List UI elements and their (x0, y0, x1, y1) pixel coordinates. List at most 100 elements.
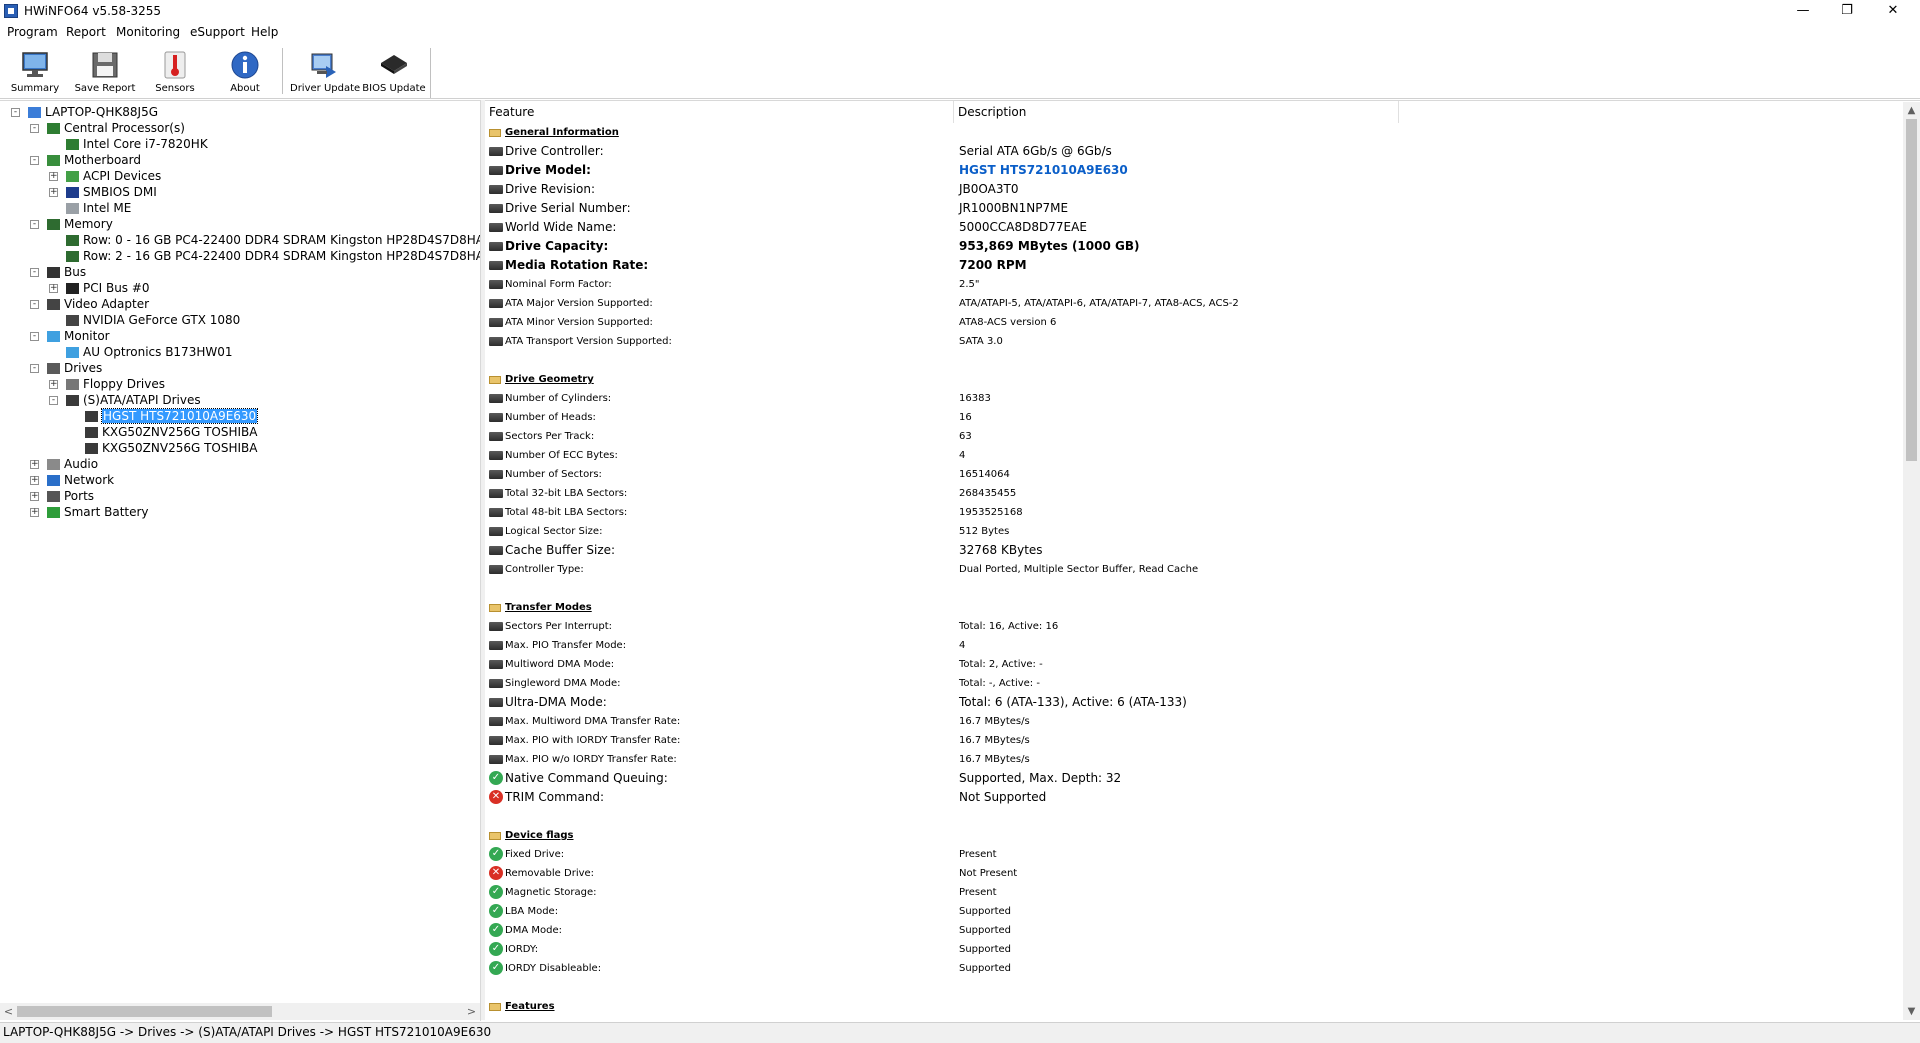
tree-item[interactable]: Row: 2 - 16 GB PC4-22400 DDR4 SDRAM King… (66, 248, 480, 264)
table-row[interactable]: ✓ Magnetic Storage: Present (485, 883, 1895, 902)
table-row[interactable]: Media Rotation Rate: 7200 RPM (485, 256, 1895, 275)
restore-button[interactable]: ❐ (1825, 0, 1869, 22)
tree-item[interactable]: (S)ATA/ATAPI Drives (66, 392, 201, 408)
table-row[interactable]: Max. Multiword DMA Transfer Rate: 16.7 MB… (485, 712, 1895, 731)
tree-item[interactable]: Drives (47, 360, 102, 376)
table-row[interactable]: ✕ Removable Drive: Not Present (485, 864, 1895, 883)
tree-item[interactable]: HGST HTS721010A9E630 (85, 408, 259, 424)
section-header[interactable]: Drive Geometry (485, 370, 1895, 389)
table-row[interactable]: ✓ IORDY Disableable: Supported (485, 959, 1895, 978)
collapse-icon[interactable]: - (30, 332, 39, 341)
tree-item[interactable]: SMBIOS DMI (66, 184, 157, 200)
table-row[interactable]: ATA Minor Version Supported: ATA8-ACS ver… (485, 313, 1895, 332)
tree-item[interactable]: Row: 0 - 16 GB PC4-22400 DDR4 SDRAM King… (66, 232, 480, 248)
table-row[interactable]: Ultra-DMA Mode: Total: 6 (ATA-133), Activ… (485, 693, 1895, 712)
tree-item[interactable]: Bus (47, 264, 86, 280)
table-row[interactable]: Sectors Per Interrupt: Total: 16, Active:… (485, 617, 1895, 636)
table-row[interactable]: Number Of ECC Bytes: 4 (485, 446, 1895, 465)
collapse-icon[interactable]: - (30, 268, 39, 277)
table-row[interactable]: Cache Buffer Size: 32768 KBytes (485, 541, 1895, 560)
collapse-icon[interactable]: - (30, 220, 39, 229)
table-row[interactable]: Total 48-bit LBA Sectors: 1953525168 (485, 503, 1895, 522)
sensors-button[interactable]: Sensors (142, 46, 208, 96)
tree-item[interactable]: Memory (47, 216, 113, 232)
tree-item[interactable]: Smart Battery (47, 504, 149, 520)
expand-icon[interactable]: + (30, 492, 39, 501)
table-row[interactable]: Max. PIO Transfer Mode: 4 (485, 636, 1895, 655)
tree-item[interactable]: Ports (47, 488, 94, 504)
menu-program[interactable]: Program (7, 25, 58, 39)
expand-icon[interactable]: + (49, 188, 58, 197)
tree-item[interactable]: ACPI Devices (66, 168, 161, 184)
menu-help[interactable]: Help (251, 25, 278, 39)
menu-monitoring[interactable]: Monitoring (116, 25, 180, 39)
table-row[interactable]: ✓ LBA Mode: Supported (485, 902, 1895, 921)
tree-item[interactable]: Floppy Drives (66, 376, 165, 392)
tree-item[interactable]: KXG50ZNV256G TOSHIBA (85, 424, 257, 440)
section-header[interactable]: Device flags (485, 826, 1895, 845)
save-report-button[interactable]: Save Report (72, 46, 138, 96)
scroll-thumb[interactable] (1906, 119, 1917, 461)
scroll-right-icon[interactable]: > (463, 1003, 480, 1020)
section-header[interactable]: Features (485, 997, 1895, 1016)
expand-icon[interactable]: + (49, 380, 58, 389)
table-row[interactable]: ✓ IORDY: Supported (485, 940, 1895, 959)
table-row[interactable]: ✓ Fixed Drive: Present (485, 845, 1895, 864)
scroll-up-icon[interactable]: ▲ (1903, 102, 1920, 119)
driver-update-button[interactable]: Driver Update (290, 46, 360, 96)
menu-esupport[interactable]: eSupport (190, 25, 245, 39)
table-row[interactable]: ATA Major Version Supported: ATA/ATAPI-5,… (485, 294, 1895, 313)
table-row[interactable]: Max. PIO w/o IORDY Transfer Rate: 16.7 MB… (485, 750, 1895, 769)
tree-horizontal-scrollbar[interactable]: < > (0, 1003, 480, 1020)
tree-item[interactable]: Video Adapter (47, 296, 149, 312)
table-row[interactable]: Drive Revision: JB0OA3T0 (485, 180, 1895, 199)
table-row[interactable]: Number of Cylinders: 16383 (485, 389, 1895, 408)
details-list[interactable]: Feature Description General Information D… (485, 100, 1920, 1021)
tree-item[interactable]: Network (47, 472, 114, 488)
section-header[interactable]: Transfer Modes (485, 598, 1895, 617)
tree-item[interactable]: LAPTOP-QHK88J5G (28, 104, 158, 120)
table-row[interactable]: Number of Heads: 16 (485, 408, 1895, 427)
collapse-icon[interactable]: - (30, 364, 39, 373)
table-row[interactable]: ✓ DMA Mode: Supported (485, 921, 1895, 940)
expand-icon[interactable]: + (49, 172, 58, 181)
collapse-icon[interactable]: - (30, 300, 39, 309)
section-header[interactable]: General Information (485, 123, 1895, 142)
scroll-thumb[interactable] (17, 1006, 272, 1017)
close-button[interactable]: ✕ (1871, 0, 1915, 22)
tree-item[interactable]: Motherboard (47, 152, 141, 168)
tree-item[interactable]: Intel Core i7-7820HK (66, 136, 208, 152)
expand-icon[interactable]: + (49, 284, 58, 293)
minimize-button[interactable]: — (1781, 0, 1825, 22)
tree-item[interactable]: KXG50ZNV256G TOSHIBA (85, 440, 257, 456)
table-row[interactable]: Drive Model: HGST HTS721010A9E630 (485, 161, 1895, 180)
collapse-icon[interactable]: - (11, 108, 20, 117)
details-vertical-scrollbar[interactable]: ▲ ▼ (1903, 102, 1920, 1020)
bios-update-button[interactable]: BIOS Update (361, 46, 427, 96)
table-row[interactable]: Multiword DMA Mode: Total: 2, Active: - (485, 655, 1895, 674)
expand-icon[interactable]: + (30, 460, 39, 469)
column-header-feature[interactable]: Feature (485, 101, 954, 123)
table-row[interactable]: Controller Type: Dual Ported, Multiple Se… (485, 560, 1895, 579)
collapse-icon[interactable]: - (30, 124, 39, 133)
about-button[interactable]: About (212, 46, 278, 96)
scroll-down-icon[interactable]: ▼ (1903, 1003, 1920, 1020)
table-row[interactable]: Nominal Form Factor: 2.5" (485, 275, 1895, 294)
summary-button[interactable]: Summary (2, 46, 68, 96)
table-row[interactable]: ✕ TRIM Command: Not Supported (485, 788, 1895, 807)
tree-item[interactable]: Intel ME (66, 200, 131, 216)
device-tree[interactable]: < > - LAPTOP-QHK88J5G - Central Processor(s… (0, 100, 481, 1021)
expand-icon[interactable]: + (30, 508, 39, 517)
tree-item[interactable]: Audio (47, 456, 98, 472)
collapse-icon[interactable]: - (30, 156, 39, 165)
table-row[interactable]: Number of Sectors: 16514064 (485, 465, 1895, 484)
table-row[interactable]: ✓ Native Command Queuing: Supported, Max. … (485, 769, 1895, 788)
table-row[interactable]: Singleword DMA Mode: Total: -, Active: - (485, 674, 1895, 693)
collapse-icon[interactable]: - (49, 396, 58, 405)
table-row[interactable]: World Wide Name: 5000CCA8D8D77EAE (485, 218, 1895, 237)
table-row[interactable]: Drive Capacity: 953,869 MBytes (1000 GB) (485, 237, 1895, 256)
tree-item[interactable]: Monitor (47, 328, 110, 344)
tree-item[interactable]: AU Optronics B173HW01 (66, 344, 232, 360)
scroll-left-icon[interactable]: < (0, 1003, 17, 1020)
table-row[interactable]: Drive Serial Number: JR1000BN1NP7ME (485, 199, 1895, 218)
